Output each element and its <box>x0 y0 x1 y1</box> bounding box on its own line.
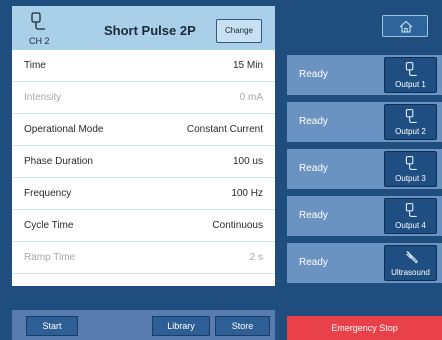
param-label: Frequency <box>24 188 72 199</box>
param-value: Constant Current <box>186 124 263 135</box>
param-row-phase-duration[interactable]: Phase Duration 100 us <box>12 146 275 178</box>
channel-label: CH 2 <box>29 36 50 46</box>
param-value: 100 Hz <box>231 188 263 199</box>
param-value: 2 s <box>249 252 263 263</box>
param-row-cycle-time[interactable]: Cycle Time Continuous <box>12 210 275 242</box>
electrode-icon <box>405 62 417 76</box>
param-label: Cycle Time <box>24 220 74 231</box>
parameter-panel: CH 2 Short Pulse 2P Change Time 15 Min I… <box>12 6 275 286</box>
electrode-icon <box>405 203 417 217</box>
output-label: Output 4 <box>395 221 426 230</box>
output-label: Output 2 <box>395 127 426 136</box>
home-button[interactable] <box>382 15 428 37</box>
program-name: Short Pulse 2P <box>104 23 196 38</box>
param-value: Continuous <box>212 220 263 231</box>
output-row-3: Ready Output 3 <box>287 149 442 189</box>
param-label: Intensity <box>24 92 62 103</box>
param-row-time[interactable]: Time 15 Min <box>12 50 275 82</box>
param-row-intensity: Intensity 0 mA <box>12 82 275 114</box>
change-button[interactable]: Change <box>216 19 262 43</box>
output-row-1: Ready Output 1 <box>287 55 442 95</box>
ultrasound-button[interactable]: Ultrasound <box>384 245 437 281</box>
output-1-button[interactable]: Output 1 <box>384 57 437 93</box>
param-value: 15 Min <box>232 60 263 71</box>
electrode-icon <box>405 109 417 123</box>
home-icon <box>399 20 413 33</box>
param-label: Ramp Time <box>24 252 76 263</box>
output-4-button[interactable]: Output 4 <box>384 198 437 234</box>
output-row-4: Ready Output 4 <box>287 196 442 236</box>
param-label: Phase Duration <box>24 156 93 167</box>
param-row-ramp-time: Ramp Time 2 s <box>12 242 275 274</box>
output-status: Ready <box>299 116 328 127</box>
library-button[interactable]: Library <box>152 316 210 336</box>
output-label: Ultrasound <box>391 268 430 277</box>
param-row-frequency[interactable]: Frequency 100 Hz <box>12 178 275 210</box>
output-row-2: Ready Output 2 <box>287 102 442 142</box>
param-value: 0 mA <box>239 92 263 103</box>
program-header: CH 2 Short Pulse 2P Change <box>12 6 275 50</box>
output-label: Output 3 <box>395 174 426 183</box>
start-button[interactable]: Start <box>26 316 78 336</box>
output-label: Output 1 <box>395 80 426 89</box>
output-status: Ready <box>299 257 328 268</box>
output-2-button[interactable]: Output 2 <box>384 104 437 140</box>
store-button[interactable]: Store <box>215 316 270 336</box>
ultrasound-probe-icon <box>406 250 418 264</box>
output-status: Ready <box>299 210 328 221</box>
bottom-bar: Start Library Store <box>12 310 275 340</box>
output-row-ultrasound: Ready Ultrasound <box>287 243 442 283</box>
output-status: Ready <box>299 69 328 80</box>
param-label: Operational Mode <box>24 124 104 135</box>
emergency-stop-button[interactable]: Emergency Stop <box>287 316 442 340</box>
param-label: Time <box>24 60 46 71</box>
param-value: 100 us <box>232 156 263 167</box>
param-row-operational-mode[interactable]: Operational Mode Constant Current <box>12 114 275 146</box>
electrode-icon <box>31 12 45 30</box>
output-status: Ready <box>299 163 328 174</box>
output-3-button[interactable]: Output 3 <box>384 151 437 187</box>
electrode-icon <box>405 156 417 170</box>
